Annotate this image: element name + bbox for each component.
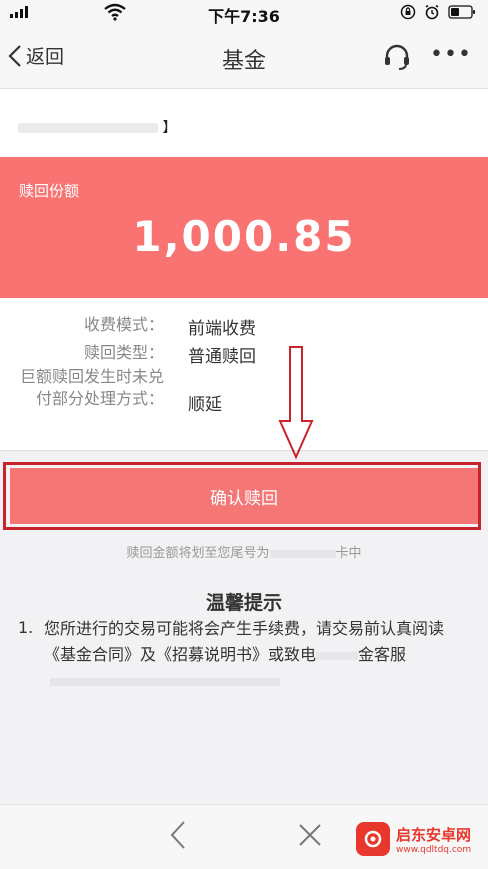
- fund-name-suffix: 】: [162, 120, 177, 136]
- status-bar: 下午7:36: [0, 0, 488, 26]
- redemption-type-value: 普通赎回: [188, 347, 256, 367]
- confirm-redeem-button[interactable]: 确认赎回: [10, 468, 478, 524]
- battery-icon: [448, 5, 475, 19]
- redemption-type-label: 赎回类型：: [83, 343, 164, 362]
- watermark-url: www.qdltdq.com: [396, 844, 472, 855]
- rotation-lock-icon: [400, 4, 416, 20]
- redemption-banner: 赎回份额 1,000.85: [0, 157, 488, 298]
- page-title: 基金: [221, 49, 266, 74]
- back-arrow-icon[interactable]: [168, 819, 188, 851]
- tip-text: 您所进行的交易可能将会产生手续费，请交易前认真阅读《基金合同》及《招募说明书》或…: [44, 616, 464, 694]
- fund-name: 】: [18, 117, 176, 137]
- redemption-details: 收费模式： 前端收费 赎回类型： 普通赎回 巨额赎回发生时未兑付部分处理方式： …: [0, 298, 488, 451]
- watermark-logo-icon: [356, 822, 390, 856]
- alarm-icon: [425, 4, 439, 20]
- fee-mode-value: 前端收费: [188, 319, 256, 339]
- watermark-title: 启东安卓网: [396, 825, 472, 844]
- fund-name-row: 】: [0, 89, 488, 157]
- annotation-arrow-icon: [278, 346, 314, 460]
- redemption-shares-label: 赎回份额: [19, 182, 80, 200]
- tip-number: 1.: [18, 618, 34, 637]
- large-redemption-label: 巨额赎回发生时未兑付部分处理方式：: [19, 367, 164, 408]
- site-watermark: 启东安卓网 www.qdltdq.com: [356, 822, 471, 856]
- redemption-shares-amount: 1,000.85: [132, 212, 356, 261]
- tips-title: 温馨提示: [205, 592, 282, 614]
- redacted-company: [316, 651, 359, 660]
- redacted-account: [269, 549, 336, 558]
- status-right: [400, 4, 476, 20]
- tip-text-end: 金客服: [358, 645, 407, 664]
- redacted-phone: [50, 677, 280, 686]
- large-redemption-value: 顺延: [188, 395, 222, 415]
- redemption-account-hint: 赎回金额将划至您尾号为 卡中: [0, 542, 488, 561]
- hint-suffix: 卡中: [335, 546, 362, 561]
- more-menu-button[interactable]: •••: [430, 42, 472, 67]
- hint-prefix: 赎回金额将划至您尾号为: [126, 546, 270, 561]
- close-icon[interactable]: [296, 821, 324, 849]
- headset-icon[interactable]: [382, 42, 412, 72]
- fee-mode-label: 收费模式：: [83, 315, 164, 334]
- nav-bar: 返回 基金 •••: [0, 26, 488, 89]
- redacted-fund-name: [18, 123, 158, 133]
